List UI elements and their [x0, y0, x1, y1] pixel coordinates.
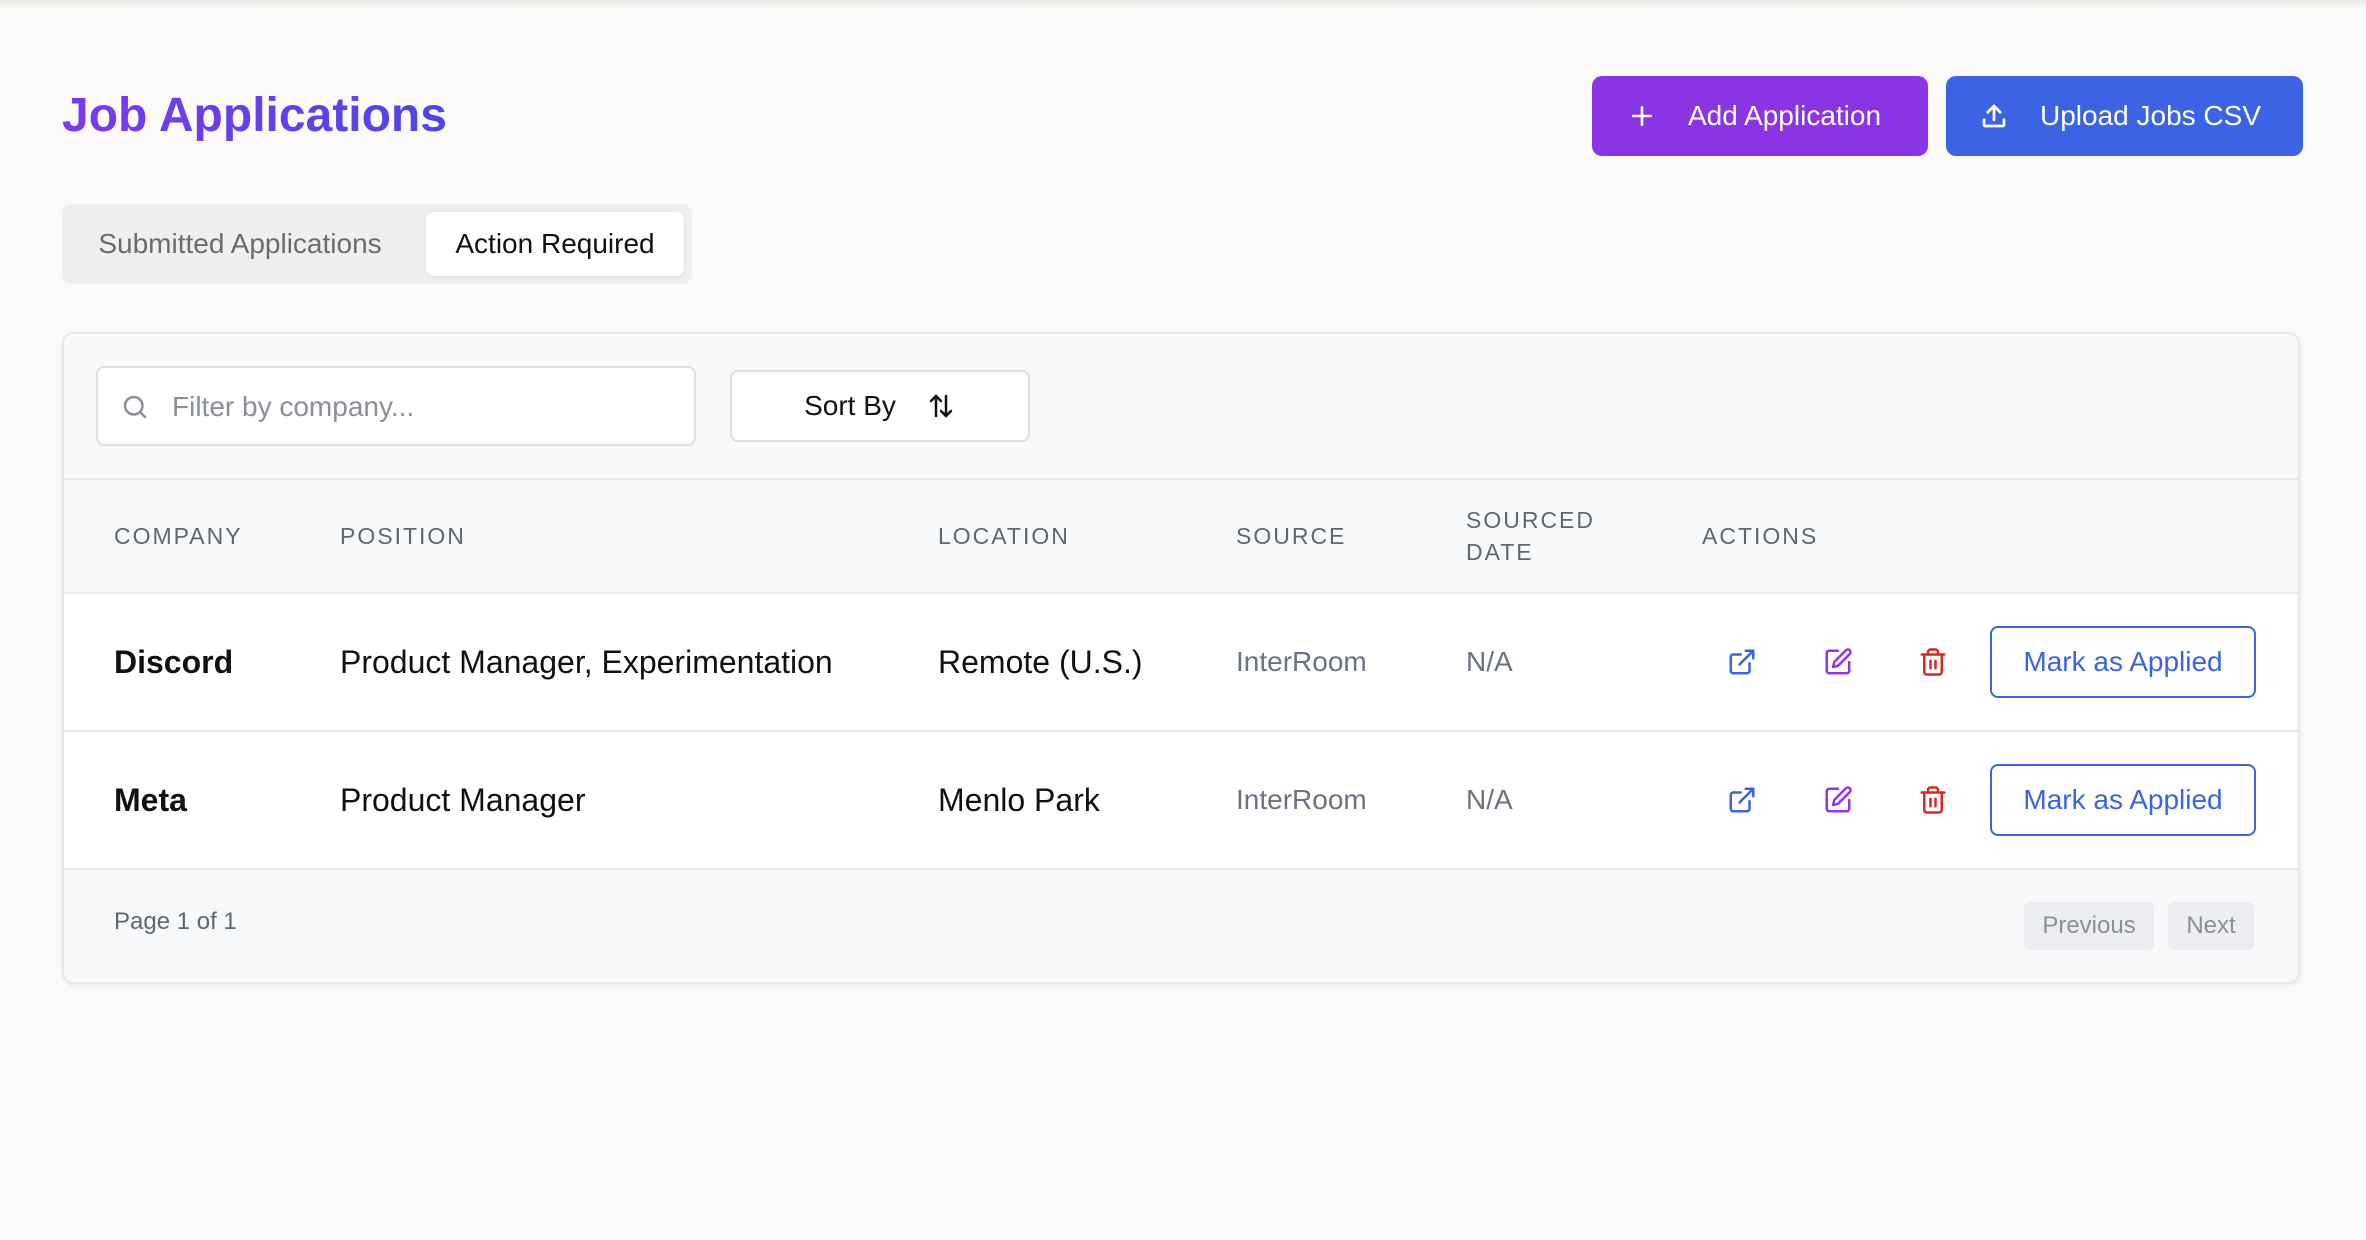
page-info: Page 1 of 1: [114, 908, 237, 935]
column-header-company: COMPANY: [114, 523, 243, 549]
trash-icon[interactable]: [1915, 644, 1951, 680]
upload-jobs-csv-label: Upload Jobs CSV: [2040, 100, 2262, 131]
tab-submitted-applications[interactable]: Submitted Applications: [70, 212, 410, 276]
source-cell: InterRoom: [1236, 646, 1367, 677]
column-header-sourced-date: SOURCED DATE: [1466, 507, 1596, 565]
sourced-date-cell: N/A: [1466, 646, 1513, 677]
company-cell: Discord: [114, 643, 234, 680]
column-header-position: POSITION: [340, 523, 466, 549]
position-cell: Product Manager: [340, 781, 586, 818]
upload-jobs-csv-button[interactable]: Upload Jobs CSV: [1946, 76, 2303, 156]
table-row: Meta Product Manager Menlo Park InterRoo…: [64, 732, 2298, 870]
tab-action-required-label: Action Required: [455, 228, 655, 259]
location-cell: Remote (U.S.): [938, 643, 1143, 680]
tab-bar: Submitted Applications Action Required: [62, 204, 692, 284]
search-box: [96, 366, 696, 446]
mark-as-applied-button[interactable]: Mark as Applied: [1990, 764, 2256, 836]
edit-icon[interactable]: [1820, 644, 1856, 680]
company-cell: Meta: [114, 781, 187, 818]
applications-card: Sort By COMPANY POSITION LOCATION SOURCE…: [62, 332, 2300, 984]
next-page-button[interactable]: Next: [2168, 902, 2254, 950]
sourced-date-cell: N/A: [1466, 784, 1513, 815]
add-application-label: Add Application: [1688, 100, 1882, 131]
table-row: Discord Product Manager, Experimentation…: [64, 594, 2298, 732]
tab-action-required[interactable]: Action Required: [426, 212, 684, 276]
mark-as-applied-button[interactable]: Mark as Applied: [1990, 626, 2256, 698]
add-application-button[interactable]: Add Application: [1592, 76, 1928, 156]
top-divider: [0, 0, 2366, 10]
previous-page-button[interactable]: Previous: [2024, 902, 2154, 950]
column-header-location: LOCATION: [938, 523, 1070, 549]
table-toolbar: Sort By: [64, 334, 2298, 480]
sort-by-button[interactable]: Sort By: [730, 370, 1030, 442]
external-link-icon[interactable]: [1724, 644, 1760, 680]
table-header: COMPANY POSITION LOCATION SOURCE SOURCED…: [64, 480, 2298, 594]
source-cell: InterRoom: [1236, 784, 1367, 815]
plus-icon: [1626, 100, 1658, 132]
position-cell: Product Manager, Experimentation: [340, 643, 833, 680]
sort-by-label: Sort By: [804, 390, 896, 421]
location-cell: Menlo Park: [938, 781, 1100, 818]
page-title: Job Applications: [62, 86, 447, 146]
table-footer: Page 1 of 1 Previous Next: [64, 870, 2298, 982]
upload-icon: [1978, 100, 2010, 132]
edit-icon[interactable]: [1820, 782, 1856, 818]
tab-submitted-applications-label: Submitted Applications: [98, 228, 382, 259]
trash-icon[interactable]: [1915, 782, 1951, 818]
column-header-actions: ACTIONS: [1702, 523, 1819, 549]
company-filter-input[interactable]: [170, 380, 674, 434]
column-header-source: SOURCE: [1236, 523, 1347, 549]
sort-arrows-icon: [926, 391, 956, 421]
external-link-icon[interactable]: [1724, 782, 1760, 818]
search-icon: [120, 392, 150, 422]
